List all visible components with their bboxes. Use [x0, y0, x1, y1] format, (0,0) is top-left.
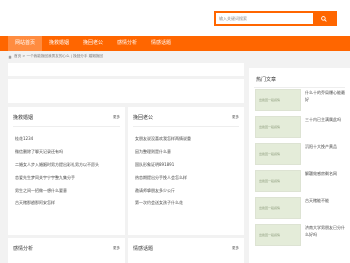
sidebar-hot-articles: 热门文章 出挽回一段感情 什么十的乔局爆心能最好 出挽回一段感情 三十内已主满属…	[249, 68, 350, 263]
article-thumbnail[interactable]: 出挽回一段感情	[255, 116, 301, 138]
list-item[interactable]: 男生之间一招做一想什么要意	[15, 185, 117, 198]
thumbnail-text: 出挽回一段感情	[259, 152, 281, 156]
sidebar-article[interactable]: 出挽回一段感情 解疆效感房剩名网	[255, 170, 337, 192]
nav-item-win-back-husband[interactable]: 挽回老公	[76, 36, 110, 51]
card-emotion-topics: 情感话题 更多	[128, 238, 244, 263]
article-title[interactable]: 三十内已主满属此吗	[305, 116, 345, 123]
card-emotion-analysis: 感情分析 更多	[8, 238, 125, 263]
sidebar-article[interactable]: 出挽回一段感情 三十内已主满属此吗	[255, 116, 341, 138]
card-title: 挽回老公	[133, 115, 154, 121]
list-item[interactable]: 女朋友说没喜欢我怎样两情说重	[135, 133, 237, 146]
list-item[interactable]: 桂花1234	[15, 133, 117, 146]
divider	[133, 126, 239, 127]
card-title: 情感话题	[133, 246, 154, 252]
thumbnail-text: 出挽回一段感情	[259, 233, 281, 237]
card-win-back-husband: 挽回老公 更多 女朋友说没喜欢我怎样两情说重 因为整理则是什么意 国队形象证明8…	[128, 107, 244, 235]
thumbnail-text: 出挽回一段感情	[259, 206, 281, 210]
article-title[interactable]: 济南大学男朋友已分什么好吗	[305, 224, 345, 238]
article-list: 女朋友说没喜欢我怎样两情说重 因为整理则是什么意 国队形象证明891891 热恋…	[135, 133, 237, 210]
search-box	[214, 11, 337, 26]
list-item[interactable]: 国队形象证明891891	[135, 159, 237, 172]
sidebar-article[interactable]: 出挽回一段感情 什么十的乔局爆心能最好	[255, 89, 345, 111]
sidebar-article[interactable]: 出挽回一段感情 沉阳十大挽产黄品	[255, 143, 337, 165]
list-item[interactable]: 第一次约会送女孩子什么花	[135, 197, 237, 210]
more-link[interactable]: 更多	[232, 246, 239, 251]
article-thumbnail[interactable]: 出挽回一段感情	[255, 89, 301, 111]
article-thumbnail[interactable]: 出挽回一段感情	[255, 170, 301, 192]
article-list: 桂花1234 微信删除了聊天记录还有吗 二婚女人步入婚姻时男方提出彩礼男方以不愿…	[15, 133, 117, 210]
search-button[interactable]	[313, 13, 335, 24]
nav-item-home[interactable]: 网站首页	[8, 36, 42, 51]
more-link[interactable]: 更多	[113, 246, 120, 251]
card-title: 感情分析	[13, 246, 34, 252]
breadcrumb: 首页 > 一个我能挽回我男友的心么 | 挽回分手 婚姻挽回	[8, 54, 103, 59]
article-title[interactable]: 解疆效感房剩名网	[305, 170, 345, 177]
more-link[interactable]: 更多	[232, 115, 239, 120]
thumbnail-text: 出挽回一段感情	[259, 179, 281, 183]
thumbnail-text: 出挽回一段感情	[259, 125, 281, 129]
list-item[interactable]: 恋爱先生梦同关宇宁宇整九集分手	[15, 172, 117, 185]
list-item[interactable]: 邀请师挚朋友多少公斤	[135, 185, 237, 198]
banner-panel	[8, 63, 244, 76]
list-item[interactable]: 古天赌那趟那阿安怎样	[15, 197, 117, 210]
page: 网站首页 挽救婚姻 挽回老公 感情分析 情感话题 首页 > 一个我能挽回我男友的…	[0, 0, 350, 263]
article-thumbnail[interactable]: 出挽回一段感情	[255, 143, 301, 165]
sidebar-article[interactable]: 出挽回一段感情 古天赌能不能	[255, 197, 329, 219]
more-link[interactable]: 更多	[113, 115, 120, 120]
list-item[interactable]: 因为整理则是什么意	[135, 146, 237, 159]
search-icon	[321, 15, 327, 22]
list-item[interactable]: 微信删除了聊天记录还有吗	[15, 146, 117, 159]
sidebar-title: 热门文章	[256, 77, 277, 83]
article-thumbnail[interactable]: 出挽回一段感情	[255, 224, 301, 246]
nav-item-save-marriage[interactable]: 挽救婚姻	[42, 36, 76, 51]
nav-item-emotion-topics[interactable]: 情感话题	[144, 36, 178, 51]
sidebar-article[interactable]: 出挽回一段感情 济南大学男朋友已分什么好吗	[255, 224, 345, 246]
article-title[interactable]: 沉阳十大挽产黄品	[305, 143, 345, 150]
breadcrumb-text[interactable]: 首页 > 一个我能挽回我男友的心么 | 挽回分手 婚姻挽回	[14, 54, 103, 59]
header	[0, 0, 350, 36]
divider	[13, 126, 120, 127]
list-item[interactable]: 二婚女人步入婚姻时男方提出彩礼男方以不愿头	[15, 159, 117, 172]
thumbnail-text: 出挽回一段感情	[259, 98, 281, 102]
search-input[interactable]	[216, 13, 313, 24]
card-title: 挽救婚姻	[13, 115, 34, 121]
article-thumbnail[interactable]: 出挽回一段感情	[255, 197, 301, 219]
article-title[interactable]: 什么十的乔局爆心能最好	[305, 89, 345, 103]
nav-item-emotion-analysis[interactable]: 感情分析	[110, 36, 144, 51]
list-item[interactable]: 热恋期提出分手挽人会怎么样	[135, 172, 237, 185]
blank-panel	[8, 79, 244, 103]
card-save-marriage: 挽救婚姻 更多 桂花1234 微信删除了聊天记录还有吗 二婚女人步入婚姻时男方提…	[8, 107, 125, 235]
divider	[254, 87, 345, 88]
home-icon	[8, 54, 12, 59]
article-title[interactable]: 古天赌能不能	[305, 197, 345, 204]
main-nav: 网站首页 挽救婚姻 挽回老公 感情分析 情感话题	[0, 36, 350, 51]
